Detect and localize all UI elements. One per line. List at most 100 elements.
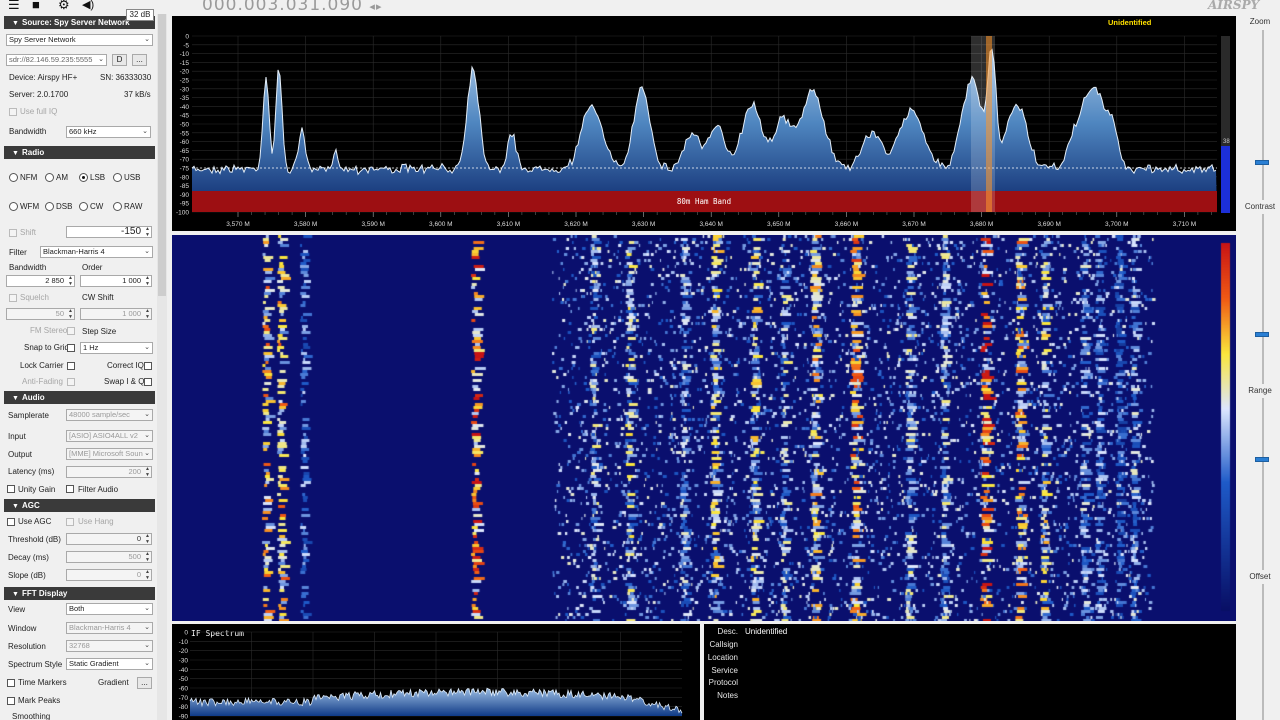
audio-input-select[interactable]: [ASIO] ASIO4ALL v2 ⌄ bbox=[66, 430, 153, 442]
db-tick-label: -15 bbox=[180, 60, 190, 67]
fft-display-section-header[interactable]: ▼ FFT Display bbox=[4, 587, 155, 600]
audio-output-select[interactable]: [MME] Microsoft Soun ⌄ bbox=[66, 448, 153, 460]
left-panel-scrollbar[interactable] bbox=[157, 14, 167, 720]
fm-stereo-checkbox[interactable] bbox=[67, 327, 75, 335]
audio-section-header[interactable]: ▼ Audio bbox=[4, 391, 155, 404]
mode-usb-radio[interactable] bbox=[113, 173, 122, 182]
mode-dsb-radio[interactable] bbox=[45, 202, 54, 211]
waterfall-display[interactable] bbox=[172, 235, 1236, 621]
lock-carrier-checkbox[interactable] bbox=[67, 362, 75, 370]
range-slider-knob[interactable] bbox=[1255, 457, 1269, 462]
order-spinner[interactable]: 1 000 ▲ ▼ bbox=[80, 275, 152, 287]
desc-label: Desc. bbox=[717, 627, 738, 636]
filter-audio-checkbox[interactable] bbox=[66, 485, 74, 493]
if-db-tick-label: -30 bbox=[179, 658, 189, 665]
mode-nfm-radio[interactable] bbox=[9, 173, 18, 182]
if-db-tick-label: -10 bbox=[179, 639, 189, 646]
source-menu-button[interactable]: ... bbox=[132, 54, 147, 66]
step-size-select[interactable]: 1 Hz ⌄ bbox=[80, 342, 153, 354]
cw-shift-spinner[interactable]: 1 000 ▲ ▼ bbox=[80, 308, 152, 320]
volume-icon[interactable]: ◀) bbox=[82, 0, 94, 11]
connect-button[interactable]: D bbox=[112, 54, 127, 66]
frequency-display[interactable]: 000.003.031.090 ◂▸ bbox=[202, 0, 382, 15]
mode-wfm-radio[interactable] bbox=[9, 202, 18, 211]
mode-lsb-radio[interactable] bbox=[79, 173, 88, 182]
vfo-marker[interactable] bbox=[986, 36, 992, 212]
db-tick-label: -75 bbox=[180, 166, 190, 173]
use-full-iq-checkbox[interactable] bbox=[9, 108, 17, 116]
spectrum-style-select[interactable]: Static Gradient ⌄ bbox=[66, 658, 153, 670]
swap-iq-checkbox[interactable] bbox=[144, 378, 152, 386]
service-label: Service bbox=[711, 666, 738, 675]
mode-raw-radio[interactable] bbox=[113, 202, 122, 211]
source-type-select[interactable]: Spy Server Network ⌄ bbox=[6, 34, 153, 46]
db-tick-label: -25 bbox=[180, 78, 190, 85]
contrast-slider-track[interactable] bbox=[1262, 214, 1264, 384]
if-db-tick-label: -60 bbox=[179, 686, 189, 693]
decay-spinner[interactable]: 500 ▲ ▼ bbox=[66, 551, 152, 563]
view-select[interactable]: Both ⌄ bbox=[66, 603, 153, 615]
range-label: Range bbox=[1248, 386, 1272, 395]
if-db-tick-label: -90 bbox=[179, 714, 189, 720]
offset-slider-track[interactable] bbox=[1262, 584, 1264, 720]
snap-to-grid-checkbox[interactable] bbox=[67, 344, 75, 352]
use-agc-checkbox[interactable] bbox=[7, 518, 15, 526]
if-db-tick-label: -40 bbox=[179, 667, 189, 674]
latency-spinner[interactable]: 200 ▲ ▼ bbox=[66, 466, 152, 478]
if-db-axis: 0 -10 -20 -30 -40 -50 -60 -70 -80 -90 bbox=[179, 630, 189, 720]
if-spectrum-plot[interactable]: IF Spectrum 0 -10 -20 -30 -40 -50 -60 -70 -80 -90 bbox=[172, 624, 700, 720]
window-label: Window bbox=[8, 624, 37, 633]
db-tick-label: -5 bbox=[183, 42, 189, 49]
samplerate-select[interactable]: 48000 sample/sec ⌄ bbox=[66, 409, 153, 421]
server-uri-input[interactable]: sdr://82.146.59.235:5555 ⌄ bbox=[6, 54, 107, 66]
waterfall-canvas[interactable] bbox=[172, 235, 1236, 621]
freq-tick-label: 3,650 M bbox=[767, 221, 791, 228]
window-select[interactable]: Blackman-Harris 4 ⌄ bbox=[66, 622, 153, 634]
fm-stereo-label: FM Stereo bbox=[30, 326, 68, 335]
filter-select[interactable]: Blackman-Harris 4 ⌄ bbox=[40, 246, 153, 258]
db-tick-label: -30 bbox=[180, 86, 190, 93]
mode-cw-label: CW bbox=[90, 202, 104, 211]
squelch-spinner[interactable]: 50 ▲ ▼ bbox=[6, 308, 75, 320]
correct-iq-checkbox[interactable] bbox=[144, 362, 152, 370]
time-markers-checkbox[interactable] bbox=[7, 679, 15, 687]
squelch-checkbox[interactable] bbox=[9, 294, 17, 302]
spectrum-plot[interactable]: 80m Ham Band 38 Unidentified 0-5 -10 -15 -2… bbox=[172, 16, 1236, 231]
unity-gain-label: Unity Gain bbox=[18, 485, 56, 494]
slope-label: Slope (dB) bbox=[8, 571, 46, 580]
range-slider-track[interactable] bbox=[1262, 398, 1264, 570]
output-label: Output bbox=[8, 450, 33, 459]
mode-cw-radio[interactable] bbox=[79, 202, 88, 211]
db-tick-label: -85 bbox=[180, 183, 190, 190]
scrollbar-thumb[interactable] bbox=[158, 14, 166, 296]
if-spectrum-panel[interactable]: IF Spectrum 0 -10 -20 -30 -40 -50 -60 -70 -80 -90 bbox=[172, 624, 700, 720]
spectrum-display[interactable]: 80m Ham Band 38 Unidentified 0 -5 -10 -15 -2… bbox=[172, 16, 1236, 231]
unity-gain-checkbox[interactable] bbox=[7, 485, 15, 493]
zoom-slider-knob[interactable] bbox=[1255, 160, 1269, 165]
settings-icon[interactable]: ⚙ bbox=[58, 0, 70, 11]
menu-icon[interactable]: ☰ bbox=[8, 0, 20, 11]
agc-section-header[interactable]: ▼ AGC bbox=[4, 499, 155, 512]
radio-bandwidth-spinner[interactable]: 2 850 ▲ ▼ bbox=[6, 275, 75, 287]
contrast-slider-knob[interactable] bbox=[1255, 332, 1269, 337]
use-hang-checkbox[interactable] bbox=[66, 518, 74, 526]
freq-tick-label: 3,610 M bbox=[497, 221, 521, 228]
gradient-button[interactable]: ... bbox=[137, 677, 152, 689]
shift-checkbox[interactable] bbox=[9, 229, 17, 237]
snap-to-grid-label: Snap to Grid bbox=[24, 343, 69, 352]
mode-am-radio[interactable] bbox=[45, 173, 54, 182]
zoom-slider-track[interactable] bbox=[1262, 30, 1264, 200]
slope-spinner[interactable]: 0 ▲ ▼ bbox=[66, 569, 152, 581]
resolution-select[interactable]: 32768 ⌄ bbox=[66, 640, 153, 652]
anti-fading-checkbox[interactable] bbox=[67, 378, 75, 386]
source-bandwidth-select[interactable]: 660 kHz ⌄ bbox=[66, 126, 151, 138]
mark-peaks-checkbox[interactable] bbox=[7, 697, 15, 705]
anti-fading-label: Anti-Fading bbox=[22, 377, 63, 386]
shift-spinner[interactable]: -150 ▲ ▼ bbox=[66, 226, 152, 238]
stop-icon[interactable]: ■ bbox=[32, 0, 40, 11]
freq-tick-label: 3,660 M bbox=[835, 221, 859, 228]
radio-section-header[interactable]: ▼ Radio bbox=[4, 146, 155, 159]
freq-tick-label: 3,600 M bbox=[429, 221, 453, 228]
threshold-spinner[interactable]: 0 ▲ ▼ bbox=[66, 533, 152, 545]
callsign-label: Callsign bbox=[709, 640, 738, 649]
